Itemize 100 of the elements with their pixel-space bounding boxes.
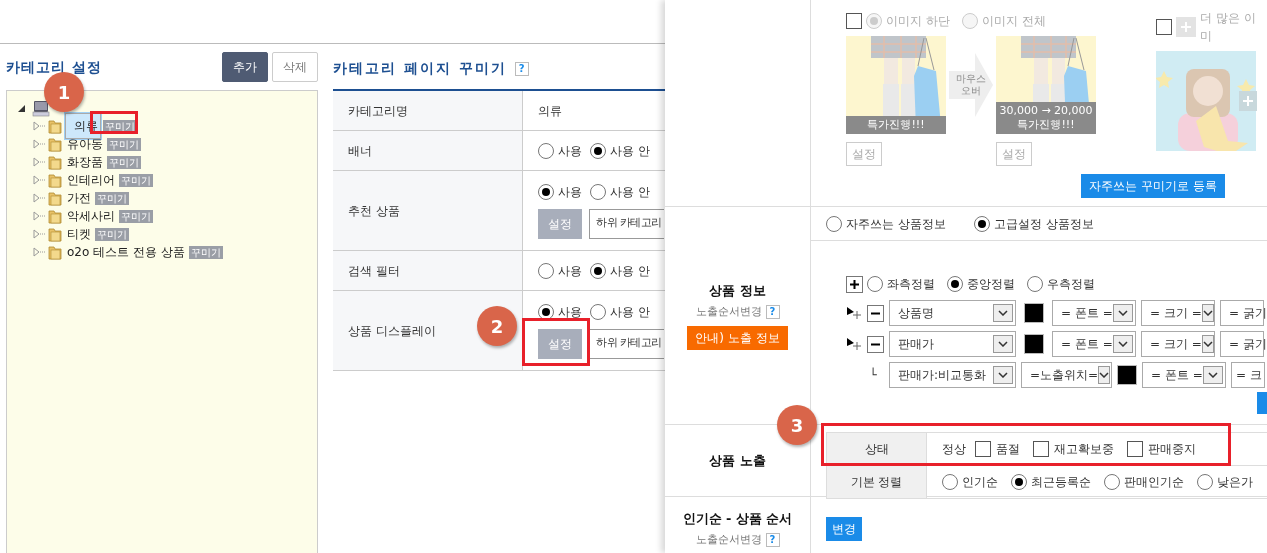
chevron-icon (998, 310, 1008, 316)
row-label: 카테고리명 (333, 91, 523, 130)
checkbox[interactable] (1127, 441, 1143, 457)
radio-button[interactable] (538, 262, 554, 279)
folder-icon (47, 154, 63, 170)
checkbox-label: 품절 (996, 441, 1020, 458)
expand-icon[interactable] (33, 228, 47, 240)
expand-icon[interactable] (33, 192, 47, 204)
dropdown[interactable]: = 굵기 (1220, 331, 1264, 357)
tree-item[interactable]: o2o 테스트 전용 상품 (65, 243, 187, 261)
help-icon[interactable]: ? (765, 304, 780, 319)
row-label: 검색 필터 (333, 251, 523, 290)
tree-item[interactable]: 인테리어 (65, 171, 117, 189)
radio-label: 판매인기순 (1124, 474, 1184, 491)
radio-label: 좌측정렬 (887, 276, 935, 293)
radio-button[interactable] (947, 276, 963, 292)
folder-icon (47, 172, 63, 188)
dropdown[interactable]: = 폰트 = (1052, 300, 1136, 326)
add-button[interactable]: 추가 (222, 52, 268, 82)
subcategory-field[interactable]: 하위 카테고리 (589, 328, 664, 359)
radio-button[interactable] (538, 183, 554, 200)
expand-icon[interactable] (33, 246, 47, 258)
tree-item[interactable]: 가전 (65, 189, 93, 207)
color-swatch[interactable] (1117, 365, 1137, 385)
radio-button[interactable] (590, 183, 606, 200)
row-label: 인기순 - 상품 순서 (682, 510, 793, 528)
section-title: 카테고리 페이지 꾸미기 (333, 59, 507, 78)
status-label: 정상 (942, 441, 966, 458)
radio-button[interactable] (590, 142, 606, 159)
expand-icon[interactable] (33, 156, 47, 168)
remove-button[interactable] (867, 304, 884, 322)
folder-icon (47, 244, 63, 260)
expand-icon[interactable] (33, 174, 47, 186)
tree-item[interactable]: 화장품 (65, 153, 105, 171)
tree-item[interactable]: 악세사리 (65, 207, 117, 225)
expand-icon[interactable] (33, 210, 47, 222)
delete-button[interactable]: 삭제 (272, 52, 318, 82)
row-label: 상품 정보 (709, 282, 766, 300)
color-swatch[interactable] (1024, 303, 1044, 323)
dropdown[interactable]: 판매가:비교통화 (889, 362, 1016, 388)
radio-button[interactable] (973, 215, 990, 232)
expand-icon[interactable] (33, 120, 47, 132)
radio-label: 사용 (558, 183, 582, 201)
radio-label: 낮은가 (1217, 474, 1253, 491)
dropdown[interactable]: =노출위치= (1021, 362, 1112, 388)
radio-label: 이미지 전체 (981, 13, 1046, 30)
dropdown[interactable]: = 폰트 = (1052, 331, 1136, 357)
dropdown[interactable]: = 폰트 = (1142, 362, 1226, 388)
row-label: 기본 정렬 (826, 466, 927, 498)
order-label: 노출순서변경 (695, 531, 762, 548)
collapse-icon[interactable] (17, 103, 27, 113)
dropdown[interactable]: = 크기 = (1141, 300, 1215, 326)
caption-text: 30,000 → 20,000 (999, 104, 1093, 118)
radio-button[interactable] (942, 474, 958, 490)
minus-icon (871, 311, 880, 315)
move-icon[interactable] (846, 337, 862, 351)
radio-button[interactable] (538, 142, 554, 159)
radio-button[interactable] (1197, 474, 1213, 490)
expand-icon[interactable] (33, 138, 47, 150)
drive-icon (31, 99, 51, 117)
radio-button[interactable] (538, 303, 554, 320)
remove-button[interactable] (867, 335, 884, 353)
dropdown[interactable]: = 크 (1231, 362, 1265, 388)
caption-text: 특가진행!!! (867, 118, 925, 132)
radio-button[interactable] (1011, 474, 1027, 490)
dropdown[interactable]: 상품명 (889, 300, 1016, 326)
chevron-icon (998, 341, 1008, 347)
radio-button[interactable] (826, 215, 842, 232)
folder-icon (47, 208, 63, 224)
subcategory-field[interactable]: 하위 카테고리 (589, 208, 664, 239)
chevron-icon (1118, 310, 1128, 316)
dropdown[interactable]: = 크기 = (1141, 331, 1215, 357)
radio-label: 인기순 (962, 474, 998, 491)
radio-label: 이미지 하단 (886, 13, 950, 30)
highlight-frame (522, 318, 590, 366)
add-button[interactable] (846, 275, 863, 293)
checkbox[interactable] (975, 441, 991, 457)
change-button[interactable]: 변경 (826, 517, 862, 541)
folder-icon (47, 190, 63, 206)
dropdown[interactable]: = 굵기 (1220, 300, 1264, 326)
radio-label: 사용 (558, 142, 582, 160)
row-value: 의류 (538, 102, 562, 120)
checkbox-label: 판매중지 (1148, 441, 1196, 458)
branch-mark: └ (868, 366, 878, 384)
radio-button[interactable] (590, 303, 606, 320)
checkbox[interactable] (1033, 441, 1049, 457)
move-icon[interactable] (846, 306, 862, 320)
dropdown[interactable]: 판매가 (889, 331, 1016, 357)
radio-button[interactable] (1027, 276, 1043, 292)
help-icon[interactable]: ? (765, 532, 780, 547)
help-icon[interactable]: ? (514, 61, 529, 76)
tree-item[interactable]: 티켓 (65, 225, 93, 243)
radio-label: 사용 안 (610, 183, 650, 201)
color-swatch[interactable] (1024, 334, 1044, 354)
radio-button[interactable] (867, 276, 883, 292)
option-label: 더 많은 이미 (1200, 10, 1257, 45)
chevron-icon (1202, 341, 1213, 347)
radio-button[interactable] (1104, 474, 1120, 490)
radio-button[interactable] (590, 262, 606, 279)
folder-icon (47, 136, 63, 152)
